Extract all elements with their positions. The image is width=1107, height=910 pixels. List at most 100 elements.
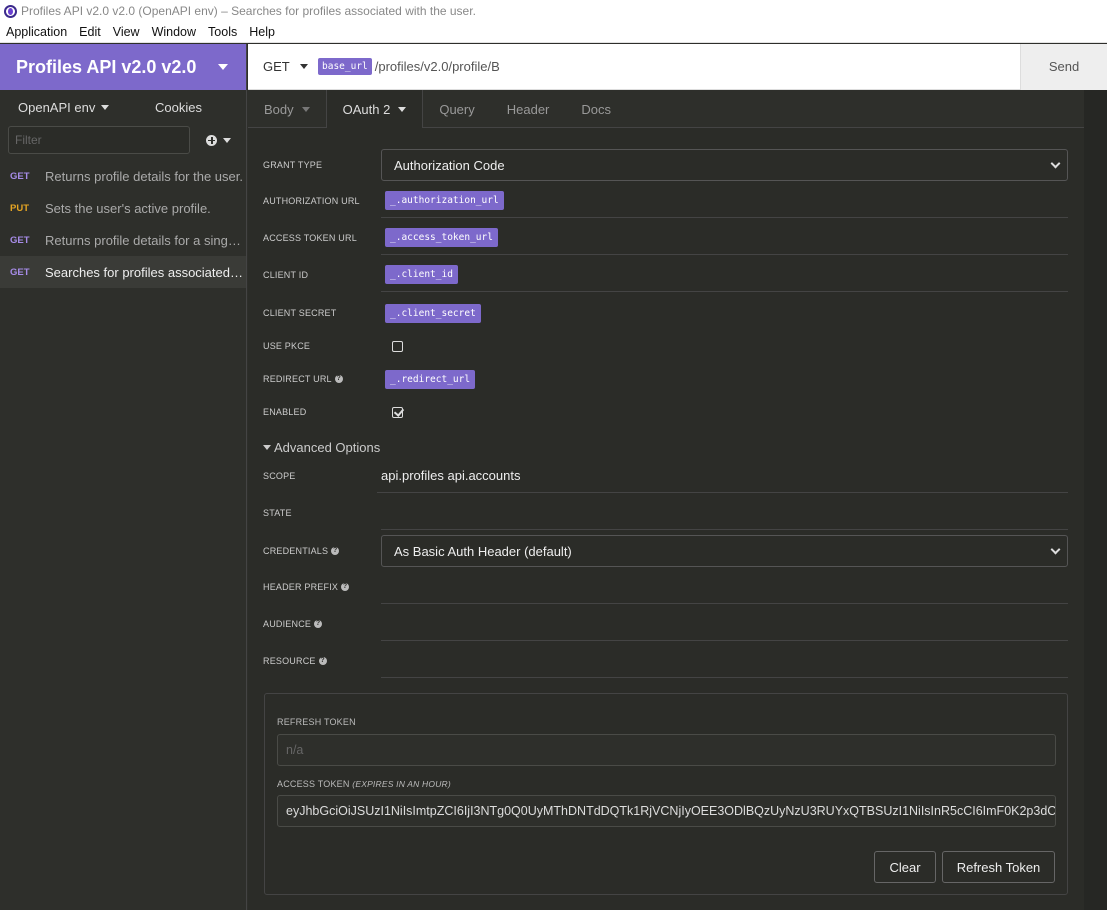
help-icon[interactable]: ? [318,657,327,665]
clear-button[interactable]: Clear [874,851,936,883]
menu-application[interactable]: Application [0,25,73,39]
help-icon[interactable]: ? [334,375,343,383]
redirect-url-row: REDIRECT URL? _.redirect_url [263,363,1068,395]
advanced-options-toggle[interactable]: Advanced Options [263,440,380,455]
use-pkce-row: USE PKCE [263,336,1068,356]
cookies-button[interactable]: Cookies [155,100,202,115]
method-selector[interactable]: GET [248,59,318,74]
refresh-token-input[interactable]: n/a [277,734,1056,766]
request-name: Returns profile details for a single pro… [45,232,243,248]
help-icon[interactable]: ? [314,620,323,628]
access-token-label: ACCESS TOKEN (EXPIRES IN AN HOUR) [277,779,451,789]
resource-input[interactable] [381,644,1068,678]
sidebar: Profiles API v2.0 v2.0 OpenAPI env Cooki… [0,44,247,910]
request-item[interactable]: PUT Sets the user's active profile. [0,192,246,224]
request-item[interactable]: GET Returns profile details for the user… [0,160,246,192]
chevron-down-icon [301,106,310,112]
audience-label: AUDIENCE? [263,619,381,629]
variable-tag[interactable]: _.client_secret [385,303,481,323]
tab-docs[interactable]: Docs [565,90,627,128]
enabled-checkbox[interactable] [392,406,403,418]
header-prefix-text: HEADER PREFIX [263,582,339,592]
request-item-active[interactable]: GET Searches for profiles associated wit… [0,256,246,288]
state-row: STATE [263,496,1068,530]
menu-view[interactable]: View [107,25,146,39]
menu-edit[interactable]: Edit [73,25,107,39]
enabled-label: ENABLED [263,407,307,417]
refresh-token-value: n/a [286,743,304,757]
chevron-down-icon [1050,544,1061,555]
client-id-field[interactable]: _.client_id [381,258,1068,292]
header-prefix-label: HEADER PREFIX? [263,582,381,592]
scope-input[interactable]: api.profiles api.accounts [377,459,1068,493]
tab-body[interactable]: Body [248,90,326,128]
grant-type-label: GRANT TYPE [263,160,323,170]
tab-auth[interactable]: OAuth 2 [325,90,424,129]
access-token-url-label: ACCESS TOKEN URL [263,233,357,243]
help-icon[interactable]: ? [341,583,350,591]
variable-tag[interactable]: _.redirect_url [385,369,476,389]
menu-window[interactable]: Window [146,25,202,39]
header-prefix-input[interactable] [381,570,1068,604]
menu-help[interactable]: Help [243,25,281,39]
tab-query[interactable]: Query [423,90,490,128]
client-id-row: CLIENT ID _.client_id [263,258,1068,292]
redirect-url-label: REDIRECT URL? [263,374,381,384]
method-badge: GET [10,266,30,278]
state-input[interactable] [381,496,1068,530]
send-button[interactable]: Send [1020,43,1107,90]
caret-down-icon [263,445,271,450]
client-secret-field[interactable]: _.client_secret [381,296,1068,330]
resource-row: RESOURCE? [263,644,1068,678]
environment-name: OpenAPI env [18,99,96,115]
access-token-url-field[interactable]: _.access_token_url [381,221,1068,255]
redirect-url-field[interactable]: _.redirect_url [381,363,1068,395]
url-variable-tag[interactable]: base_url [318,58,372,75]
advanced-options-label: Advanced Options [274,440,381,455]
audience-text: AUDIENCE [263,619,312,629]
request-name: Searches for profiles associated with th… [45,264,243,280]
enabled-row: ENABLED [263,402,1068,422]
filter-row: Filter [0,124,246,156]
scope-row: SCOPE api.profiles api.accounts [263,459,1068,493]
state-label: STATE [263,508,292,518]
authorization-url-row: AUTHORIZATION URL _.authorization_url [263,184,1068,218]
request-name: Returns profile details for the user. [45,168,243,184]
tab-header[interactable]: Header [491,90,566,128]
grant-type-cell: Authorization Code [381,148,1068,182]
scrollbar[interactable] [1084,90,1107,910]
client-secret-label: CLIENT SECRET [263,308,337,318]
help-icon[interactable]: ? [331,547,340,555]
variable-tag[interactable]: _.authorization_url [385,191,504,210]
access-token-text: ACCESS TOKEN [277,779,350,789]
add-request-button[interactable] [206,134,231,146]
method-badge: PUT [10,202,29,214]
header-prefix-row: HEADER PREFIX? [263,570,1068,604]
access-token-input[interactable]: eyJhbGciOiJSUzI1NiIsImtpZCI6IjI3NTg0Q0Uy… [277,795,1056,827]
audience-input[interactable] [381,607,1068,641]
refresh-token-button[interactable]: Refresh Token [942,851,1055,883]
client-id-label: CLIENT ID [263,270,309,280]
menu-tools[interactable]: Tools [202,25,243,39]
resource-text: RESOURCE [263,656,316,666]
request-list: GET Returns profile details for the user… [0,160,246,288]
workspace-selector[interactable]: Profiles API v2.0 v2.0 [0,44,246,90]
request-item[interactable]: GET Returns profile details for a single… [0,224,246,256]
use-pkce-checkbox[interactable] [392,340,403,352]
authorization-url-label: AUTHORIZATION URL [263,196,360,206]
variable-tag[interactable]: _.access_token_url [385,228,498,247]
url-input[interactable]: /profiles/v2.0/profile/B [375,59,1020,74]
credentials-select[interactable]: As Basic Auth Header (default) [381,535,1068,567]
window-title: Profiles API v2.0 v2.0 (OpenAPI env) – S… [21,4,476,18]
token-panel: REFRESH TOKEN n/a ACCESS TOKEN (EXPIRES … [264,693,1068,895]
environment-selector[interactable]: OpenAPI env [18,99,110,115]
access-token-value: eyJhbGciOiJSUzI1NiIsImtpZCI6IjI3NTg0Q0Uy… [286,804,1056,818]
grant-type-row: GRANT TYPE Authorization Code [263,148,1068,182]
authorization-url-field[interactable]: _.authorization_url [381,184,1068,218]
grant-type-select[interactable]: Authorization Code [381,149,1068,181]
enabled-cell [381,402,1068,422]
oauth-panel: GRANT TYPE Authorization Code AUTHORIZAT… [248,128,1084,910]
variable-tag[interactable]: _.client_id [385,265,458,284]
request-name: Sets the user's active profile. [45,200,211,216]
filter-input[interactable]: Filter [8,126,190,154]
